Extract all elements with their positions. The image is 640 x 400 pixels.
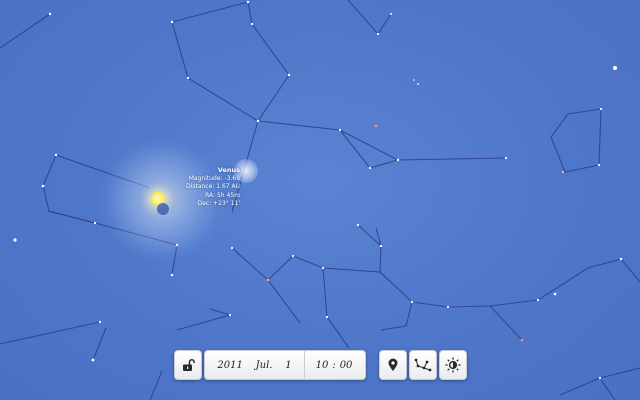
date-field[interactable]: 2011 Jul. 1 (205, 351, 305, 379)
time-field[interactable]: 10 : 00 (305, 351, 363, 379)
location-button[interactable] (379, 350, 407, 380)
planet-dec: Dec: +23° 11' (197, 200, 240, 207)
hour-value[interactable]: 10 (316, 360, 329, 371)
unlock-icon (183, 358, 195, 371)
planet-magnitude: Magnitude: -3.69 (188, 174, 240, 182)
planet-name: Venus (217, 166, 240, 174)
lock-button[interactable] (174, 350, 202, 380)
year-value[interactable]: 2011 (217, 360, 242, 371)
day-value[interactable]: 1 (285, 360, 291, 371)
moon-icon[interactable] (157, 203, 169, 215)
constellation-lines-icon (414, 358, 432, 372)
sun-brightness-icon (445, 357, 461, 373)
constellation-lines (0, 0, 640, 400)
planet-ra: RA: 5h 45m (205, 191, 240, 199)
month-value[interactable]: Jul. (256, 360, 273, 371)
time-separator: : (332, 359, 336, 371)
daylight-toggle-button[interactable] (439, 350, 467, 380)
constellation-toggle-button[interactable] (409, 350, 437, 380)
location-pin-icon (388, 358, 398, 371)
datetime-picker[interactable]: 2011 Jul. 1 10 : 00 (204, 350, 366, 380)
venus-info-label: Venus Magnitude: -3.69 Distance: 1.67 AU… (186, 166, 240, 209)
sky-view[interactable]: Venus Magnitude: -3.69 Distance: 1.67 AU… (0, 0, 640, 400)
minute-value[interactable]: 00 (340, 360, 353, 371)
planet-distance: Distance: 1.67 AU (186, 183, 240, 190)
